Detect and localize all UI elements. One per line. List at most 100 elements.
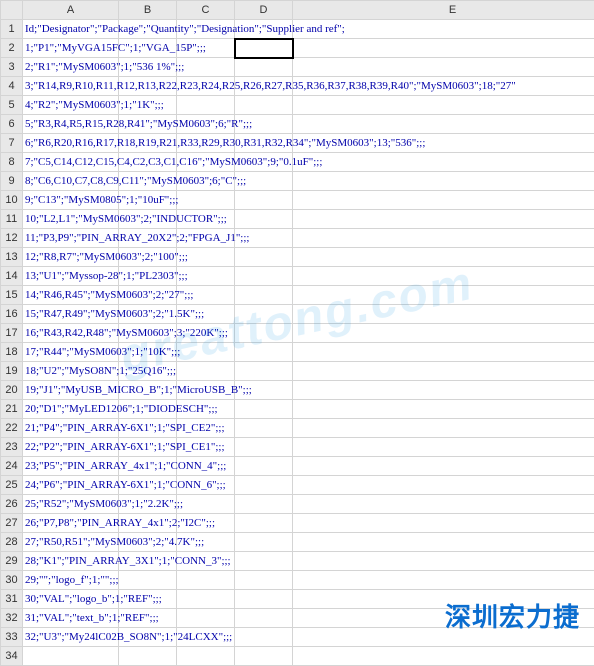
cell[interactable] [119, 419, 177, 438]
cell[interactable] [235, 39, 293, 58]
col-header[interactable]: B [119, 1, 177, 20]
cell[interactable]: 9;"C13";"MySM0805";1;"10uF";;; [23, 191, 119, 210]
row-header[interactable]: 28 [1, 533, 23, 552]
row-header[interactable]: 22 [1, 419, 23, 438]
cell[interactable] [235, 362, 293, 381]
cell[interactable] [119, 362, 177, 381]
cell[interactable] [235, 438, 293, 457]
cell[interactable] [235, 191, 293, 210]
cell[interactable] [177, 419, 235, 438]
cell[interactable] [235, 248, 293, 267]
cell[interactable]: 2;"R1";"MySM0603";1;"536 1%";;; [23, 58, 119, 77]
row-header[interactable]: 6 [1, 115, 23, 134]
cell[interactable] [119, 343, 177, 362]
col-header[interactable]: D [235, 1, 293, 20]
cell[interactable] [235, 153, 293, 172]
cell[interactable] [177, 571, 235, 590]
cell[interactable] [235, 96, 293, 115]
row-header[interactable]: 3 [1, 58, 23, 77]
cell[interactable] [119, 77, 177, 96]
cell[interactable] [293, 324, 594, 343]
cell[interactable] [177, 343, 235, 362]
row-header[interactable]: 33 [1, 628, 23, 647]
cell[interactable] [119, 400, 177, 419]
cell[interactable] [177, 381, 235, 400]
cell[interactable]: 16;"R43,R42,R48";"MySM0603";3;"220K";;; [23, 324, 119, 343]
cell[interactable] [293, 305, 594, 324]
cell[interactable] [119, 58, 177, 77]
cell[interactable] [119, 514, 177, 533]
row-header[interactable]: 1 [1, 20, 23, 39]
cell[interactable] [177, 457, 235, 476]
spreadsheet-grid[interactable]: A B C D E 1Id;"Designator";"Package";"Qu… [0, 0, 594, 666]
cell[interactable] [235, 647, 293, 666]
cell[interactable] [235, 381, 293, 400]
cell[interactable]: 11;"P3,P9";"PIN_ARRAY_20X2";2;"FPGA_J1";… [23, 229, 119, 248]
cell[interactable] [235, 172, 293, 191]
cell[interactable] [177, 172, 235, 191]
cell[interactable] [235, 58, 293, 77]
row-header[interactable]: 5 [1, 96, 23, 115]
cell[interactable] [177, 514, 235, 533]
cell[interactable] [293, 400, 594, 419]
cell[interactable] [119, 590, 177, 609]
row-header[interactable]: 14 [1, 267, 23, 286]
cell[interactable] [119, 533, 177, 552]
row-header[interactable]: 17 [1, 324, 23, 343]
cell[interactable]: 20;"D1";"MyLED1206";1;"DIODESCH";;; [23, 400, 119, 419]
cell[interactable] [177, 476, 235, 495]
cell[interactable]: 32;"U3";"My24lC02B_SO8N";1;"24LCXX";;; [23, 628, 119, 647]
cell[interactable]: 12;"R8,R7";"MySM0603";2;"100";;; [23, 248, 119, 267]
cell[interactable] [293, 362, 594, 381]
cell[interactable] [235, 115, 293, 134]
cell[interactable] [119, 191, 177, 210]
cell[interactable] [119, 381, 177, 400]
cell[interactable] [235, 533, 293, 552]
cell[interactable] [177, 362, 235, 381]
cell[interactable] [235, 267, 293, 286]
cell[interactable] [293, 39, 594, 58]
col-header[interactable]: C [177, 1, 235, 20]
cell[interactable] [293, 77, 594, 96]
cell[interactable] [235, 77, 293, 96]
row-header[interactable]: 18 [1, 343, 23, 362]
cell[interactable] [119, 210, 177, 229]
cell[interactable]: 14;"R46,R45";"MySM0603";2;"27";;; [23, 286, 119, 305]
cell[interactable]: 3;"R14,R9,R10,R11,R12,R13,R22,R23,R24,R2… [23, 77, 119, 96]
cell[interactable] [119, 438, 177, 457]
row-header[interactable]: 23 [1, 438, 23, 457]
cell[interactable] [235, 552, 293, 571]
row-header[interactable]: 9 [1, 172, 23, 191]
cell[interactable] [235, 210, 293, 229]
cell[interactable] [235, 457, 293, 476]
cell[interactable] [235, 476, 293, 495]
cell[interactable] [293, 514, 594, 533]
row-header[interactable]: 4 [1, 77, 23, 96]
col-header[interactable]: A [23, 1, 119, 20]
cell[interactable]: Id;"Designator";"Package";"Quantity";"De… [23, 20, 119, 39]
cell[interactable] [177, 438, 235, 457]
cell[interactable] [235, 609, 293, 628]
cell[interactable] [235, 134, 293, 153]
cell[interactable]: 13;"U1";"Myssop-28";1;"PL2303";;; [23, 267, 119, 286]
row-header[interactable]: 27 [1, 514, 23, 533]
row-header[interactable]: 24 [1, 457, 23, 476]
row-header[interactable]: 2 [1, 39, 23, 58]
cell[interactable] [119, 305, 177, 324]
cell[interactable] [177, 305, 235, 324]
cell[interactable] [177, 20, 235, 39]
row-header[interactable]: 32 [1, 609, 23, 628]
cell[interactable]: 28;"K1";"PIN_ARRAY_3X1";1;"CONN_3";;; [23, 552, 119, 571]
cell[interactable] [293, 419, 594, 438]
row-header[interactable]: 7 [1, 134, 23, 153]
cell[interactable] [119, 286, 177, 305]
cell[interactable] [177, 229, 235, 248]
cell[interactable] [119, 628, 177, 647]
cell[interactable] [119, 647, 177, 666]
row-header[interactable]: 8 [1, 153, 23, 172]
cell[interactable] [177, 210, 235, 229]
cell[interactable] [235, 628, 293, 647]
cell[interactable] [293, 134, 594, 153]
cell[interactable]: 23;"P5";"PIN_ARRAY_4x1";1;"CONN_4";;; [23, 457, 119, 476]
cell[interactable] [177, 590, 235, 609]
